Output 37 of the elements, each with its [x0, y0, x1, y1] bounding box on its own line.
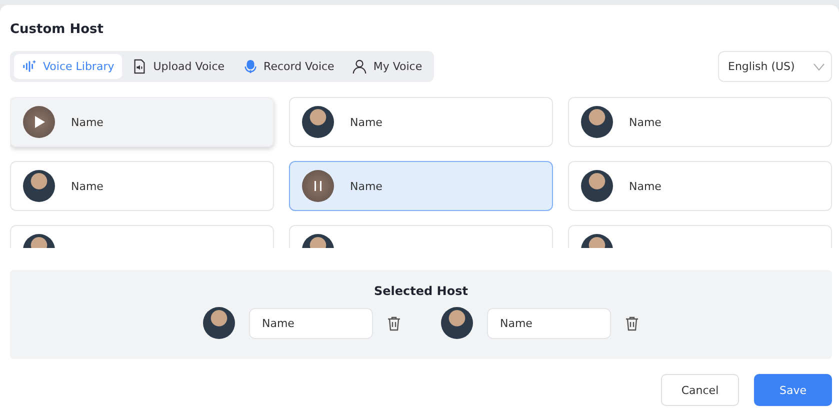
panel-title: Selected Host: [374, 284, 468, 298]
microphone-icon: [242, 59, 258, 74]
avatar: [581, 170, 613, 202]
tab[interactable]: My Voice: [344, 54, 430, 79]
voice-card[interactable]: Name: [10, 97, 274, 147]
host-name-field[interactable]: Name: [249, 308, 373, 338]
avatar: [203, 307, 235, 339]
dialog-title: Custom Host: [10, 22, 105, 37]
voice-card[interactable]: Name: [289, 97, 553, 147]
trash-icon[interactable]: [625, 316, 639, 330]
language-dropdown[interactable]: English (US): [718, 51, 832, 82]
save-button[interactable]: Save: [754, 374, 832, 406]
voice-card[interactable]: Name: [289, 161, 553, 211]
tab[interactable]: Upload Voice: [124, 54, 233, 79]
voice-name: Name: [71, 180, 104, 192]
avatar: [23, 170, 55, 202]
avatar: [302, 106, 334, 138]
audio-file-icon: [132, 59, 148, 74]
voice-name: Name: [350, 180, 382, 192]
cancel-button[interactable]: Cancel: [661, 374, 739, 406]
voice-name: Name: [350, 116, 382, 128]
play-icon[interactable]: [32, 115, 46, 129]
person-icon: [352, 59, 368, 74]
voice-card[interactable]: Name: [568, 97, 832, 147]
voice-name: Name: [629, 116, 662, 128]
host-name-field[interactable]: Name: [487, 308, 611, 338]
chevron-down-icon: [813, 62, 825, 70]
voice-card[interactable]: Name: [568, 161, 832, 211]
trash-icon[interactable]: [387, 316, 401, 330]
tab[interactable]: Record Voice: [234, 54, 342, 79]
waveform-icon: [22, 59, 37, 74]
tab[interactable]: Voice Library: [14, 54, 122, 79]
avatar: [441, 307, 473, 339]
avatar: [581, 106, 613, 138]
voice-card[interactable]: Name: [10, 161, 274, 211]
voice-name: Name: [71, 116, 104, 128]
voice-name: Name: [629, 180, 662, 192]
